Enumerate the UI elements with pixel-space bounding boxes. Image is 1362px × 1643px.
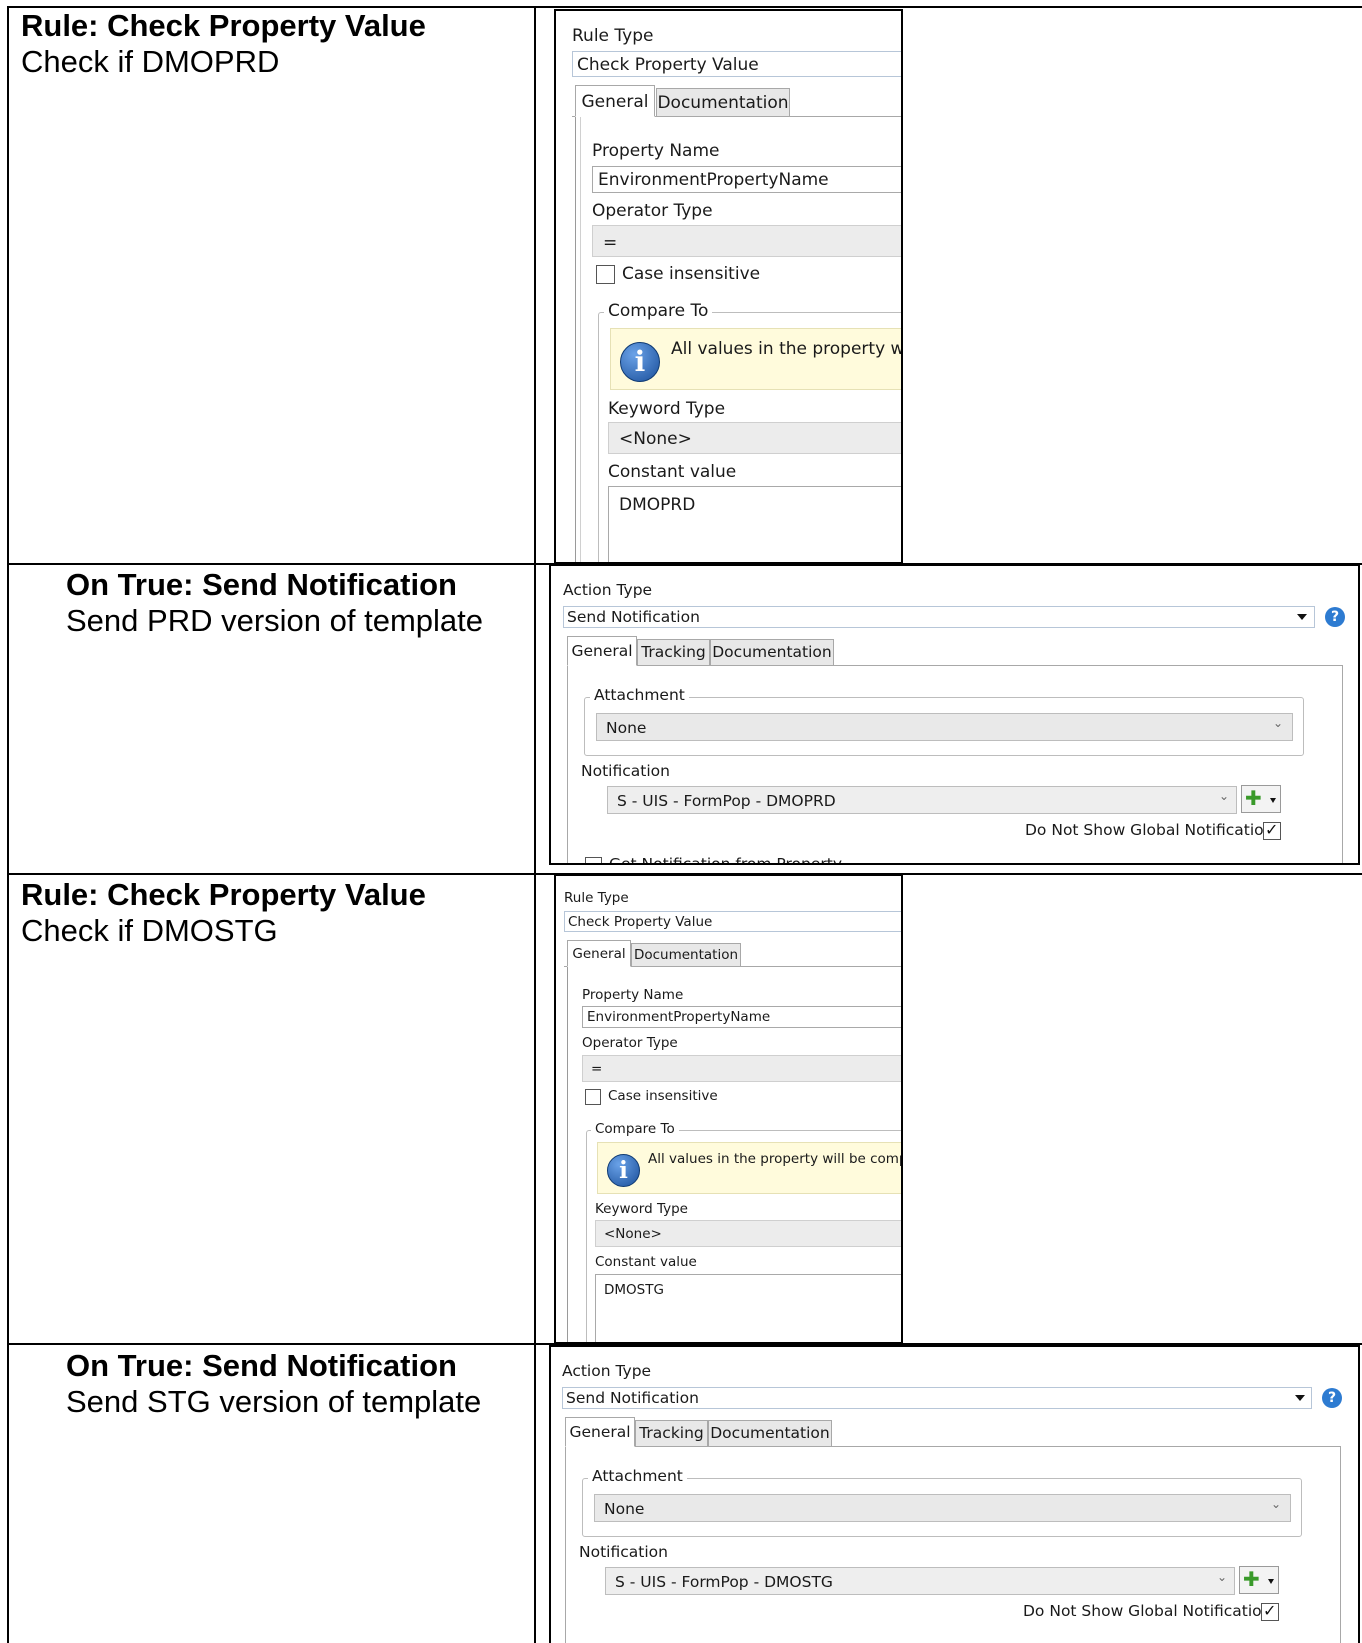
constant-value-label: Constant value xyxy=(595,1254,697,1270)
notification-label: Notification xyxy=(579,1543,668,1561)
operator-type-select[interactable]: = xyxy=(582,1055,901,1082)
row-2-text: On True: Send Notification Send PRD vers… xyxy=(66,567,483,639)
tab-general[interactable]: General xyxy=(567,940,631,967)
row-3-text: Rule: Check Property Value Check if DMOS… xyxy=(21,877,426,949)
attachment-select[interactable]: None xyxy=(594,1494,1291,1522)
tab-tracking[interactable]: Tracking xyxy=(635,1420,708,1447)
row-2-desc: Send PRD version of template xyxy=(66,603,483,638)
row-1-text: Rule: Check Property Value Check if DMOP… xyxy=(21,8,426,80)
keyword-type-label: Keyword Type xyxy=(608,399,726,419)
notification-select[interactable]: S - UIS - FormPop - DMOPRD xyxy=(607,786,1237,814)
tab-content-left-border-2 xyxy=(580,117,581,562)
rule-type-label: Rule Type xyxy=(572,26,654,46)
action-type-label: Action Type xyxy=(562,1362,652,1380)
operator-type-label: Operator Type xyxy=(582,1035,678,1051)
row-4-text: On True: Send Notification Send STG vers… xyxy=(66,1348,481,1420)
operator-type-label: Operator Type xyxy=(592,201,713,221)
global-notifications-label: Do Not Show Global Notifications xyxy=(1023,1602,1280,1620)
attachment-select[interactable]: None xyxy=(596,713,1293,741)
global-notifications-checkbox[interactable]: ✓ xyxy=(1263,820,1281,840)
compare-info-text: All values in the property will be compa… xyxy=(648,1151,903,1167)
help-icon[interactable]: ? xyxy=(1325,607,1345,627)
global-notifications-label: Do Not Show Global Notifications xyxy=(1025,821,1282,839)
checkmark-icon: ✓ xyxy=(1265,820,1279,839)
row-3-title: Rule: Check Property Value xyxy=(21,877,426,912)
property-name-label: Property Name xyxy=(592,141,720,161)
add-notification-button[interactable]: ✚ xyxy=(1239,1566,1279,1594)
info-icon: i xyxy=(607,1154,640,1187)
constant-value-label: Constant value xyxy=(608,462,737,482)
get-notification-checkbox[interactable] xyxy=(585,857,602,863)
notification-label: Notification xyxy=(581,762,670,780)
property-name-input[interactable]: EnvironmentPropertyName xyxy=(582,1006,901,1028)
rule-panel-2: Rule Type Check Property Value General D… xyxy=(554,874,903,1344)
info-icon: i xyxy=(620,342,660,382)
action-type-dropdown-icon[interactable] xyxy=(1295,1395,1305,1401)
compare-info-box: i All values in the property will xyxy=(610,328,903,390)
table-column-divider xyxy=(534,6,536,1643)
row-2-title: On True: Send Notification xyxy=(66,567,457,602)
case-insensitive-checkbox[interactable] xyxy=(596,265,615,284)
rule-type-select[interactable]: Check Property Value xyxy=(572,51,901,77)
add-dropdown-icon xyxy=(1268,1579,1274,1584)
compare-info-text: All values in the property will xyxy=(671,339,903,359)
compare-to-legend: Compare To xyxy=(591,1121,679,1137)
action-type-select[interactable]: Send Notification xyxy=(563,606,1315,628)
tab-content-left-border xyxy=(567,967,568,1342)
row-4-desc: Send STG version of template xyxy=(66,1384,482,1419)
case-insensitive-label: Case insensitive xyxy=(608,1088,718,1104)
notification-chevron-icon[interactable]: ⌄ xyxy=(1219,789,1229,803)
row-1-title: Rule: Check Property Value xyxy=(21,8,426,43)
rule-type-label: Rule Type xyxy=(564,890,629,906)
attachment-legend: Attachment xyxy=(588,1467,687,1485)
constant-value-input[interactable]: DMOSTG xyxy=(595,1274,901,1342)
help-icon[interactable]: ? xyxy=(1322,1388,1342,1408)
rule-type-select[interactable]: Check Property Value xyxy=(564,911,901,932)
action-type-label: Action Type xyxy=(563,581,653,599)
compare-to-legend: Compare To xyxy=(604,301,713,321)
constant-value-input[interactable]: DMOPRD xyxy=(608,486,901,562)
attachment-chevron-icon[interactable]: ⌄ xyxy=(1273,716,1283,730)
tab-documentation[interactable]: Documentation xyxy=(710,639,834,666)
notification-chevron-icon[interactable]: ⌄ xyxy=(1217,1570,1227,1584)
case-insensitive-checkbox[interactable] xyxy=(585,1089,601,1105)
case-insensitive-label: Case insensitive xyxy=(622,264,761,284)
action-type-select[interactable]: Send Notification xyxy=(562,1387,1312,1409)
keyword-type-select[interactable]: <None> xyxy=(595,1220,901,1247)
tab-documentation[interactable]: Documentation xyxy=(656,88,790,117)
rule-panel-1: Rule Type Check Property Value General D… xyxy=(554,9,903,564)
tab-general[interactable]: General xyxy=(565,1417,635,1447)
attachment-legend: Attachment xyxy=(590,686,689,704)
compare-info-box: i All values in the property will be com… xyxy=(597,1142,903,1194)
tab-general[interactable]: General xyxy=(575,85,655,117)
row-4-title: On True: Send Notification xyxy=(66,1348,457,1383)
keyword-type-select[interactable]: <None> xyxy=(608,422,901,454)
action-panel-1: Action Type Send Notification ? General … xyxy=(549,564,1360,865)
row-1-desc: Check if DMOPRD xyxy=(21,44,280,79)
tab-content-left-border xyxy=(575,117,576,562)
add-wand-icon: ✚ xyxy=(1245,786,1262,810)
keyword-type-label: Keyword Type xyxy=(595,1201,688,1217)
attachment-chevron-icon[interactable]: ⌄ xyxy=(1271,1497,1281,1511)
tab-tracking[interactable]: Tracking xyxy=(637,639,710,666)
add-dropdown-icon xyxy=(1270,798,1276,803)
global-notifications-checkbox[interactable]: ✓ xyxy=(1261,1601,1279,1621)
notification-select[interactable]: S - UIS - FormPop - DMOSTG xyxy=(605,1567,1235,1595)
table-border-left xyxy=(7,6,9,1643)
property-name-input[interactable]: EnvironmentPropertyName xyxy=(592,166,901,193)
tab-documentation[interactable]: Documentation xyxy=(631,943,741,967)
tab-documentation[interactable]: Documentation xyxy=(708,1420,832,1447)
get-notification-label: Get Notification from Property xyxy=(609,855,842,865)
operator-type-select[interactable]: = xyxy=(592,225,901,257)
tab-general[interactable]: General xyxy=(567,636,637,666)
row-3-desc: Check if DMOSTG xyxy=(21,913,278,948)
add-notification-button[interactable]: ✚ xyxy=(1241,785,1281,813)
action-panel-2: Action Type Send Notification ? General … xyxy=(549,1345,1360,1643)
property-name-label: Property Name xyxy=(582,987,684,1003)
checkmark-icon: ✓ xyxy=(1263,1601,1277,1620)
add-wand-icon: ✚ xyxy=(1243,1567,1260,1591)
action-type-dropdown-icon[interactable] xyxy=(1297,614,1307,620)
